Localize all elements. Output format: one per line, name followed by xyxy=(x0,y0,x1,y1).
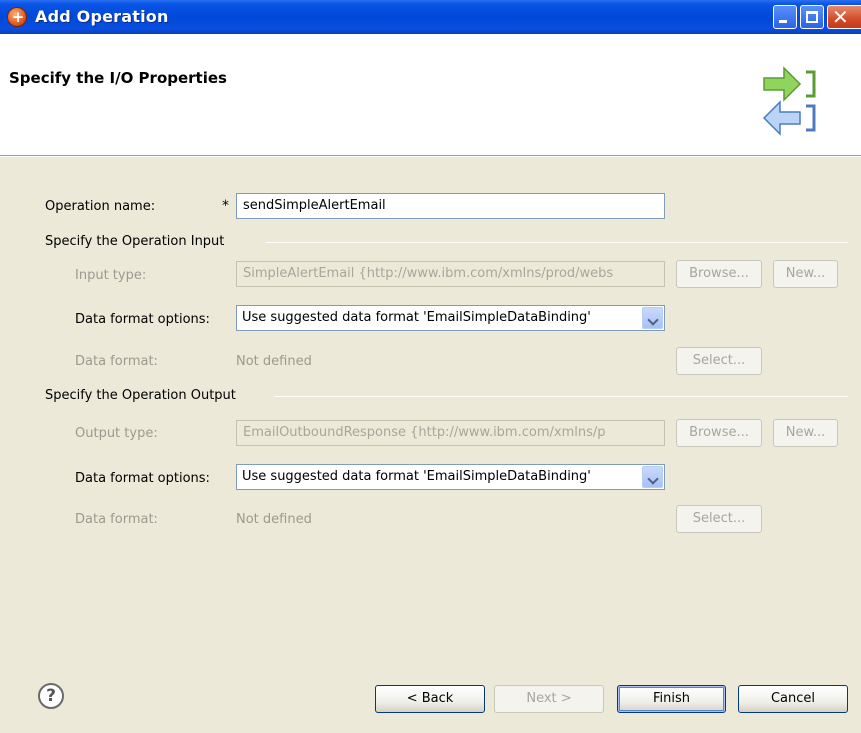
output-data-format-label: Data format: xyxy=(75,512,158,527)
page-title: Specify the I/O Properties xyxy=(9,69,227,87)
maximize-icon xyxy=(806,11,818,23)
output-group-line xyxy=(274,396,848,397)
help-icon[interactable]: ? xyxy=(38,683,64,709)
output-select-button[interactable]: Select... xyxy=(676,505,762,533)
window-title: Add Operation xyxy=(35,7,169,26)
output-format-options-label: Data format options: xyxy=(75,471,210,486)
output-new-button[interactable]: New... xyxy=(773,419,838,447)
minimize-icon xyxy=(779,20,787,23)
close-button[interactable]: ✕ xyxy=(827,5,861,29)
input-format-options-select[interactable]: Use suggested data format 'EmailSimpleDa… xyxy=(236,305,665,331)
input-select-button[interactable]: Select... xyxy=(676,347,762,375)
header-separator xyxy=(0,156,861,157)
output-browse-button[interactable]: Browse... xyxy=(676,419,762,447)
operation-name-label: Operation name: xyxy=(45,199,156,214)
plus-icon: + xyxy=(11,8,25,26)
input-group-line xyxy=(266,242,848,243)
input-data-format-label: Data format: xyxy=(75,354,158,369)
chevron-down-icon[interactable] xyxy=(642,307,663,329)
output-group-title: Specify the Operation Output xyxy=(45,388,236,403)
input-format-options-value: Use suggested data format 'EmailSimpleDa… xyxy=(242,310,591,325)
output-type-field: EmailOutboundResponse {http://www.ibm.co… xyxy=(236,420,665,446)
output-data-format-value: Not defined xyxy=(236,512,312,527)
input-data-format-value: Not defined xyxy=(236,354,312,369)
wizard-header: Specify the I/O Properties xyxy=(0,34,861,156)
close-icon: ✕ xyxy=(832,5,849,29)
input-group-title: Specify the Operation Input xyxy=(45,234,225,249)
required-marker: * xyxy=(222,198,229,214)
minimize-button[interactable] xyxy=(773,5,797,29)
input-new-button[interactable]: New... xyxy=(773,260,838,288)
input-format-options-label: Data format options: xyxy=(75,312,210,327)
io-arrows-icon xyxy=(762,66,816,136)
operation-name-input[interactable]: sendSimpleAlertEmail xyxy=(236,193,665,219)
input-type-field: SimpleAlertEmail {http://www.ibm.com/xml… xyxy=(236,261,665,287)
finish-button[interactable]: Finish xyxy=(617,685,726,713)
chevron-down-icon[interactable] xyxy=(642,466,663,488)
app-icon: + xyxy=(7,7,27,27)
output-type-label: Output type: xyxy=(75,426,158,441)
input-type-label: Input type: xyxy=(75,268,147,283)
output-format-options-value: Use suggested data format 'EmailSimpleDa… xyxy=(242,469,591,484)
back-button[interactable]: < Back xyxy=(375,685,485,713)
input-browse-button[interactable]: Browse... xyxy=(676,260,762,288)
next-button[interactable]: Next > xyxy=(494,685,604,713)
title-bar[interactable]: + Add Operation ✕ xyxy=(0,0,861,34)
cancel-button[interactable]: Cancel xyxy=(738,685,848,713)
output-format-options-select[interactable]: Use suggested data format 'EmailSimpleDa… xyxy=(236,464,665,490)
maximize-button[interactable] xyxy=(800,5,824,29)
